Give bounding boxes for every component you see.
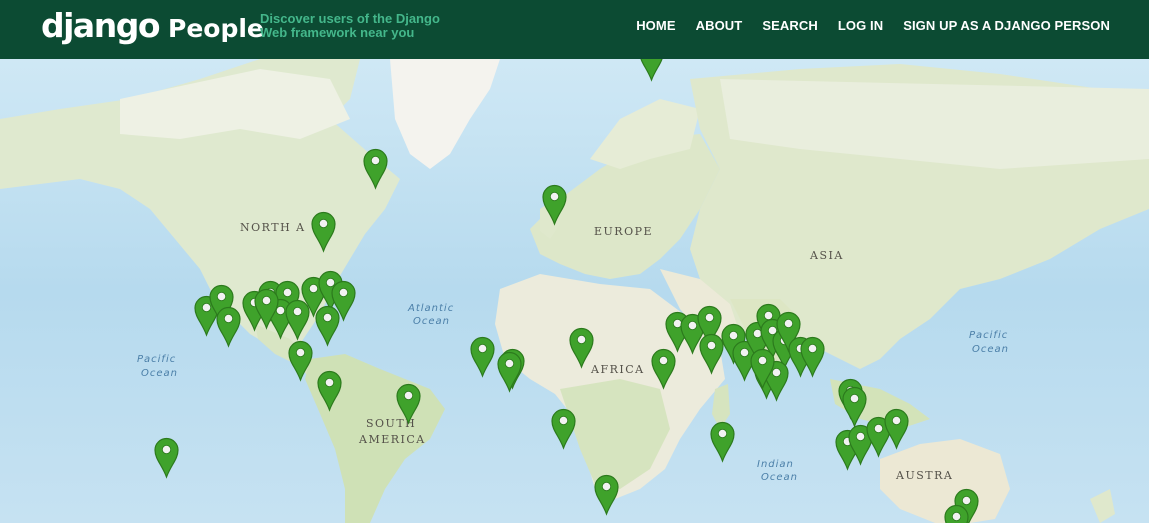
label-atlantic-2: Ocean <box>413 316 450 327</box>
map-pin-icon[interactable] <box>841 386 867 428</box>
tagline-line-1: Discover users of the Django <box>260 11 440 26</box>
tagline-line-2: Web framework near you <box>260 25 415 40</box>
site-header: django People Discover users of the Djan… <box>0 0 1149 59</box>
map-pin-icon[interactable] <box>310 211 336 253</box>
map-pin-icon[interactable] <box>943 504 969 523</box>
map-pin-icon[interactable] <box>316 370 342 412</box>
label-asia: ASIA <box>810 249 844 262</box>
map-pin-icon[interactable] <box>593 474 619 516</box>
label-atlantic-1: Atlantic <box>408 303 455 314</box>
map-pin-icon[interactable] <box>550 408 576 450</box>
label-pacific-west-1: Pacific <box>137 354 177 365</box>
label-europe: EUROPE <box>594 225 654 238</box>
map-pin-icon[interactable] <box>153 437 179 479</box>
map-pin-icon[interactable] <box>709 421 735 463</box>
main-nav: HOME ABOUT SEARCH LOG IN SIGN UP AS A DJ… <box>636 18 1110 33</box>
map-pin-icon[interactable] <box>749 348 775 390</box>
map-pin-icon[interactable] <box>469 336 495 378</box>
map-pin-icon[interactable] <box>799 336 825 378</box>
nav-log-in[interactable]: LOG IN <box>838 18 883 33</box>
map-pin-icon[interactable] <box>253 288 279 330</box>
nav-about[interactable]: ABOUT <box>696 18 743 33</box>
nav-home[interactable]: HOME <box>636 18 675 33</box>
label-indian-1: Indian <box>757 459 794 470</box>
label-australia: AUSTRA <box>896 469 954 482</box>
site-tagline: Discover users of the Django Web framewo… <box>260 12 460 40</box>
label-north-america: NORTH A <box>240 221 306 234</box>
world-map[interactable]: NORTH A EUROPE ASIA AFRICA SOUTH AMERICA… <box>0 59 1149 523</box>
map-pin-icon[interactable] <box>496 351 522 393</box>
label-pacific-east-1: Pacific <box>969 330 1009 341</box>
nav-sign-up[interactable]: SIGN UP AS A DJANGO PERSON <box>903 18 1110 33</box>
logo-django-text: django <box>41 6 161 45</box>
logo-people-text: People <box>168 14 264 43</box>
map-pin-icon[interactable] <box>568 327 594 369</box>
map-pin-icon[interactable] <box>314 305 340 347</box>
map-pin-icon[interactable] <box>215 306 241 348</box>
map-pin-icon[interactable] <box>639 59 664 82</box>
map-pin-icon[interactable] <box>362 148 388 190</box>
label-africa: AFRICA <box>591 363 645 376</box>
map-pin-icon[interactable] <box>650 348 676 390</box>
site-logo[interactable]: django People <box>41 6 264 46</box>
label-pacific-west-2: Ocean <box>141 368 178 379</box>
map-pin-icon[interactable] <box>287 340 313 382</box>
map-pin-icon[interactable] <box>541 184 567 226</box>
label-indian-2: Ocean <box>761 472 798 483</box>
map-pin-icon[interactable] <box>883 408 909 450</box>
label-south-america-2: AMERICA <box>359 433 426 446</box>
map-pin-icon[interactable] <box>395 383 421 425</box>
label-pacific-east-2: Ocean <box>972 344 1009 355</box>
nav-search[interactable]: SEARCH <box>762 18 818 33</box>
